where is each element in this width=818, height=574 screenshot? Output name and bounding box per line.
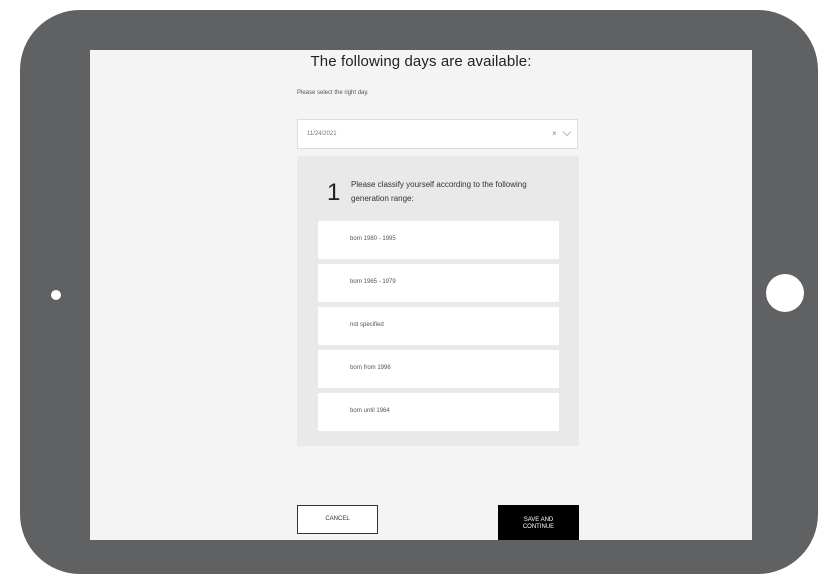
date-select[interactable]: 11/24/2021 × xyxy=(297,119,578,149)
question-number: 1 xyxy=(327,179,341,206)
option-born-until-1964[interactable]: born until 1964 xyxy=(318,393,559,431)
option-label: born until 1964 xyxy=(350,408,390,414)
option-label: born 1965 - 1979 xyxy=(350,279,396,285)
app-screen: The following days are available: Please… xyxy=(90,50,752,540)
option-label: born from 1996 xyxy=(350,365,391,371)
question-text: Please classify yourself according to th… xyxy=(351,180,527,203)
save-button-label-line1: SAVE AND xyxy=(523,517,554,523)
question-panel: 1 Please classify yourself according to … xyxy=(297,156,579,446)
option-born-1965-1979[interactable]: born 1965 - 1979 xyxy=(318,264,559,302)
options-list: born 1980 - 1995 born 1965 - 1979 not sp… xyxy=(318,221,559,436)
date-select-value: 11/24/2021 xyxy=(307,131,337,137)
option-born-1980-1995[interactable]: born 1980 - 1995 xyxy=(318,221,559,259)
camera-dot xyxy=(51,290,61,300)
option-not-specified[interactable]: not specified xyxy=(318,307,559,345)
home-button[interactable] xyxy=(766,274,804,312)
option-born-from-1996[interactable]: born from 1996 xyxy=(318,350,559,388)
save-button-label-line2: CONTINUE xyxy=(522,524,555,530)
option-label: born 1980 - 1995 xyxy=(350,236,396,242)
option-label: not specified xyxy=(350,322,384,328)
page-subtitle: Please select the right day. xyxy=(297,90,369,96)
save-and-continue-button[interactable]: SAVE AND CONTINUE xyxy=(498,505,579,540)
clear-icon[interactable]: × xyxy=(552,129,557,138)
chevron-down-icon[interactable] xyxy=(562,127,572,137)
cancel-button[interactable]: CANCEL xyxy=(297,505,378,534)
page-title: The following days are available: xyxy=(310,53,532,70)
